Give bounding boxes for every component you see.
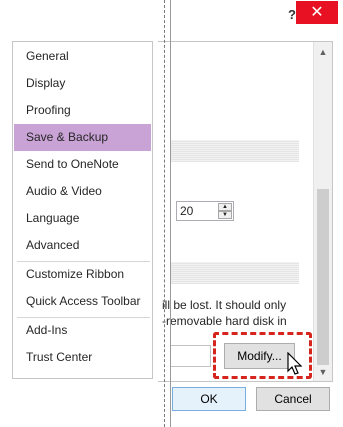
- scroll-down-icon[interactable]: ▼: [314, 364, 332, 381]
- scrollbar-thumb[interactable]: [317, 189, 329, 365]
- spinner-down-icon[interactable]: ▼: [218, 211, 232, 219]
- nav-item-audio-video[interactable]: Audio & Video: [14, 178, 151, 205]
- spinner-up-icon[interactable]: ▲: [218, 203, 232, 211]
- options-dialog: ? ✕ General Display Proofing Save & Back…: [0, 0, 343, 427]
- scroll-up-icon[interactable]: ▲: [314, 44, 332, 61]
- nav-item-display[interactable]: Display: [14, 70, 151, 97]
- nav-item-customize-ribbon[interactable]: Customize Ribbon: [14, 261, 151, 288]
- cancel-button[interactable]: Cancel: [256, 387, 330, 411]
- spinner-buttons: ▲ ▼: [218, 203, 232, 219]
- backup-location-field[interactable]: [171, 345, 211, 367]
- nav-item-language[interactable]: Language: [14, 205, 151, 232]
- nav-item-advanced[interactable]: Advanced: [14, 232, 151, 259]
- close-button[interactable]: ✕: [296, 1, 338, 24]
- nav-item-general[interactable]: General: [14, 43, 151, 70]
- nav-item-proofing[interactable]: Proofing: [14, 97, 151, 124]
- spinner-value: 20: [180, 204, 194, 218]
- section-header: [171, 262, 299, 284]
- ok-button[interactable]: OK: [172, 387, 246, 411]
- divider-line: [170, 0, 171, 427]
- mouse-cursor-icon: [287, 352, 303, 375]
- vertical-scrollbar[interactable]: ▲ ▼: [313, 42, 332, 381]
- nav-item-save-backup[interactable]: Save & Backup: [14, 124, 151, 151]
- nav-item-quick-access-toolbar[interactable]: Quick Access Toolbar: [14, 288, 151, 315]
- nav-item-send-to-onenote[interactable]: Send to OneNote: [14, 151, 151, 178]
- description-text: ill be lost. It should only: [162, 298, 287, 312]
- category-list: General Display Proofing Save & Backup S…: [12, 41, 153, 379]
- settings-content: 20 ▲ ▼ ill be lost. It should only -remo…: [158, 41, 333, 382]
- section-header: [171, 140, 299, 162]
- nav-item-add-ins[interactable]: Add-Ins: [14, 317, 151, 344]
- nav-item-trust-center[interactable]: Trust Center: [14, 344, 151, 371]
- divider-dashed: [164, 0, 165, 427]
- minutes-spinner[interactable]: 20 ▲ ▼: [176, 201, 234, 221]
- description-text: -removable hard disk in: [162, 314, 287, 328]
